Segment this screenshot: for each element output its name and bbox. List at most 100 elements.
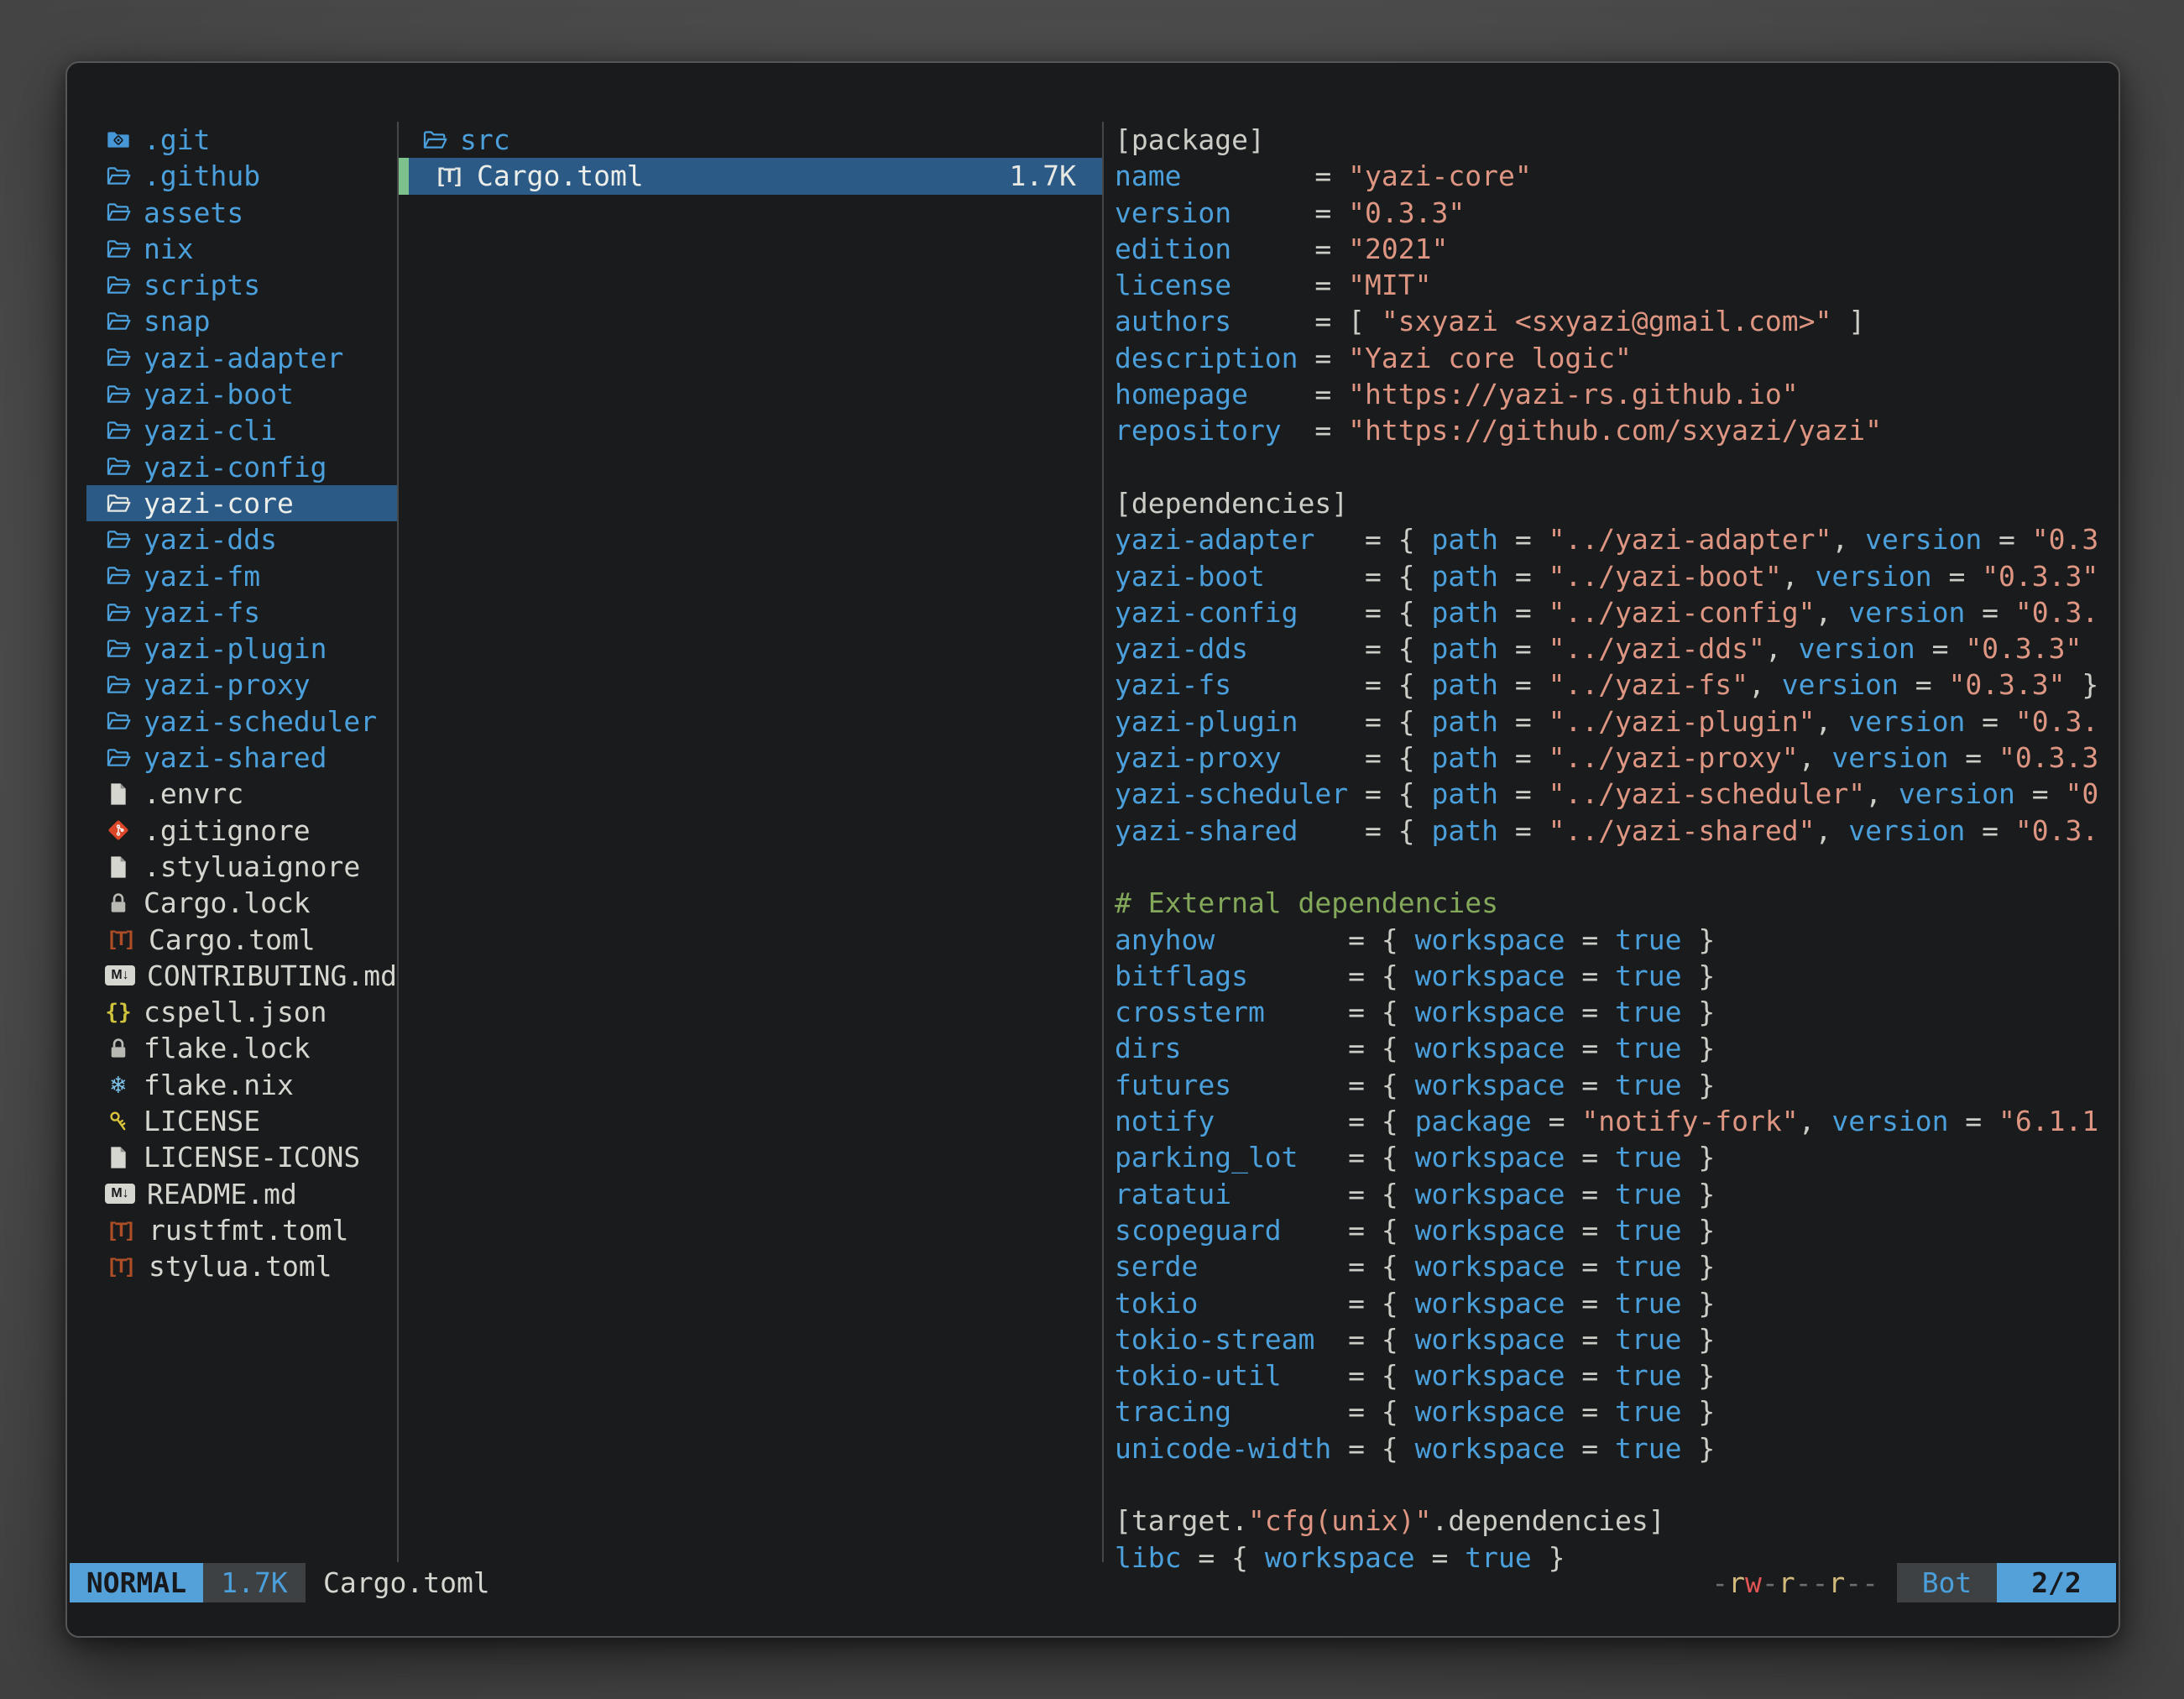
file-size-label: 1.7K: [1010, 159, 1102, 192]
preview-line: [target."cfg(unix)".dependencies]: [1115, 1503, 2113, 1539]
sidebar-item-yazi-shared[interactable]: yazi-shared: [86, 740, 397, 776]
preview-line: repository = "https://github.com/sxyazi/…: [1115, 412, 2113, 448]
sidebar-item-yazi-adapter[interactable]: yazi-adapter: [86, 340, 397, 376]
sidebar-item-flake.lock[interactable]: flake.lock: [86, 1030, 397, 1066]
sidebar-item-LICENSE-ICONS[interactable]: LICENSE-ICONS: [86, 1139, 397, 1175]
file-name-label: .github: [144, 158, 260, 194]
file-name-label: snap: [144, 303, 210, 339]
current-item-src[interactable]: src: [399, 122, 1102, 158]
sidebar-item-yazi-scheduler[interactable]: yazi-scheduler: [86, 703, 397, 740]
sidebar-item-yazi-boot[interactable]: yazi-boot: [86, 376, 397, 412]
folder-icon: [421, 127, 448, 154]
file-name-label: yazi-fm: [144, 558, 260, 594]
preview-line: tokio-util = { workspace = true }: [1115, 1357, 2113, 1393]
preview-line: yazi-scheduler = { path = "../yazi-sched…: [1115, 776, 2113, 812]
folder-icon: [105, 163, 132, 190]
current-item-Cargo.toml[interactable]: [T]Cargo.toml1.7K: [399, 158, 1102, 194]
file-name-label: yazi-cli: [144, 412, 277, 448]
sidebar-item-scripts[interactable]: scripts: [86, 267, 397, 303]
folder-icon: [105, 381, 132, 408]
file-name-label: Cargo.lock: [144, 885, 311, 921]
sidebar-item-cspell.json[interactable]: {} cspell.json: [86, 994, 397, 1030]
preview-line: ratatui = { workspace = true }: [1115, 1176, 2113, 1212]
sidebar-item-yazi-dds[interactable]: yazi-dds: [86, 521, 397, 557]
preview-line: futures = { workspace = true }: [1115, 1067, 2113, 1103]
file-name-label: cspell.json: [144, 994, 327, 1030]
file-name-label: assets: [144, 195, 243, 231]
toml-icon: [T]: [105, 1217, 137, 1244]
file-name-label: yazi-dds: [144, 521, 277, 557]
status-bar: NORMAL 1.7K Cargo.toml -rw-r--r-- Bot 2/…: [70, 1563, 2116, 1602]
sidebar-item-LICENSE[interactable]: LICENSE: [86, 1103, 397, 1139]
sidebar-item-yazi-fm[interactable]: yazi-fm: [86, 558, 397, 594]
sidebar-item-README.md[interactable]: M↓ README.md: [86, 1176, 397, 1212]
sidebar-item-.git[interactable]: .git: [86, 122, 397, 158]
folder-icon: [105, 344, 132, 371]
preview-line: crossterm = { workspace = true }: [1115, 994, 2113, 1030]
folder-icon: [105, 526, 132, 553]
preview-line: license = "MIT": [1115, 267, 2113, 303]
sidebar-item-stylua.toml[interactable]: [T]stylua.toml: [86, 1248, 397, 1284]
json-icon: {}: [105, 999, 132, 1026]
sidebar-item-yazi-core[interactable]: yazi-core: [86, 485, 397, 521]
file-name-label: .git: [144, 122, 210, 158]
markdown-icon: M↓: [105, 1184, 135, 1204]
sidebar-item-yazi-fs[interactable]: yazi-fs: [86, 594, 397, 630]
sidebar-item-.gitignore[interactable]: .gitignore: [86, 813, 397, 849]
preview-line: notify = { package = "notify-fork", vers…: [1115, 1103, 2113, 1139]
preview-line: yazi-plugin = { path = "../yazi-plugin",…: [1115, 703, 2113, 740]
lock-icon: [105, 1035, 132, 1062]
toml-icon: [T]: [105, 1253, 137, 1280]
sidebar-item-Cargo.lock[interactable]: Cargo.lock: [86, 885, 397, 921]
file-size-chip: 1.7K: [203, 1563, 306, 1602]
file-name-label: Cargo.toml: [477, 158, 644, 194]
file-name-label: src: [460, 122, 510, 158]
folder-icon: [105, 672, 132, 698]
preview-line: serde = { workspace = true }: [1115, 1248, 2113, 1284]
file-name-label: README.md: [147, 1176, 297, 1212]
sidebar-item-assets[interactable]: assets: [86, 195, 397, 231]
folder-icon: [105, 562, 132, 589]
file-name-label: yazi-boot: [144, 376, 294, 412]
sidebar-item-.styluaignore[interactable]: .styluaignore: [86, 849, 397, 885]
sidebar-item-Cargo.toml[interactable]: [T]Cargo.toml: [86, 922, 397, 958]
preview-line: # External dependencies: [1115, 885, 2113, 921]
preview-line: anyhow = { workspace = true }: [1115, 922, 2113, 958]
preview-line: [dependencies]: [1115, 485, 2113, 521]
status-spacer: [490, 1563, 1712, 1602]
folder-icon: [105, 272, 132, 299]
sidebar-item-yazi-cli[interactable]: yazi-cli: [86, 412, 397, 448]
folder-icon: [105, 708, 132, 734]
selection-marker: [399, 158, 409, 194]
file-name-label: yazi-proxy: [144, 667, 311, 703]
sidebar-item-yazi-config[interactable]: yazi-config: [86, 449, 397, 485]
preview-line: tokio-stream = { workspace = true }: [1115, 1321, 2113, 1357]
sidebar-item-.envrc[interactable]: .envrc: [86, 776, 397, 812]
folder-icon: [105, 236, 132, 263]
file-name-label: flake.lock: [144, 1030, 311, 1066]
folder-icon: [105, 417, 132, 444]
markdown-icon: M↓: [105, 965, 135, 985]
parent-directory-pane: .git.githubassetsnixscriptssnapyazi-adap…: [86, 122, 397, 1285]
sidebar-item-snap[interactable]: snap: [86, 303, 397, 339]
file-name-label: flake.nix: [144, 1067, 294, 1103]
preview-line: scopeguard = { workspace = true }: [1115, 1212, 2113, 1248]
sidebar-item-flake.nix[interactable]: ❄ flake.nix: [86, 1067, 397, 1103]
pane-separator-right: [1102, 122, 1104, 1562]
sidebar-item-CONTRIBUTING.md[interactable]: M↓CONTRIBUTING.md: [86, 958, 397, 994]
preview-line: yazi-dds = { path = "../yazi-dds", versi…: [1115, 630, 2113, 667]
preview-line: tokio = { workspace = true }: [1115, 1285, 2113, 1321]
preview-line: bitflags = { workspace = true }: [1115, 958, 2113, 994]
preview-line: version = "0.3.3": [1115, 195, 2113, 231]
sidebar-item-yazi-proxy[interactable]: yazi-proxy: [86, 667, 397, 703]
pane-separator-left: [397, 122, 399, 1562]
sidebar-item-.github[interactable]: .github: [86, 158, 397, 194]
sidebar-item-nix[interactable]: nix: [86, 231, 397, 267]
sidebar-item-rustfmt.toml[interactable]: [T]rustfmt.toml: [86, 1212, 397, 1248]
git-diamond-icon: [105, 817, 132, 844]
file-name-label: scripts: [144, 267, 260, 303]
sidebar-item-yazi-plugin[interactable]: yazi-plugin: [86, 630, 397, 667]
preview-line: description = "Yazi core logic": [1115, 340, 2113, 376]
preview-line: dirs = { workspace = true }: [1115, 1030, 2113, 1066]
nix-icon: ❄: [105, 1071, 132, 1098]
